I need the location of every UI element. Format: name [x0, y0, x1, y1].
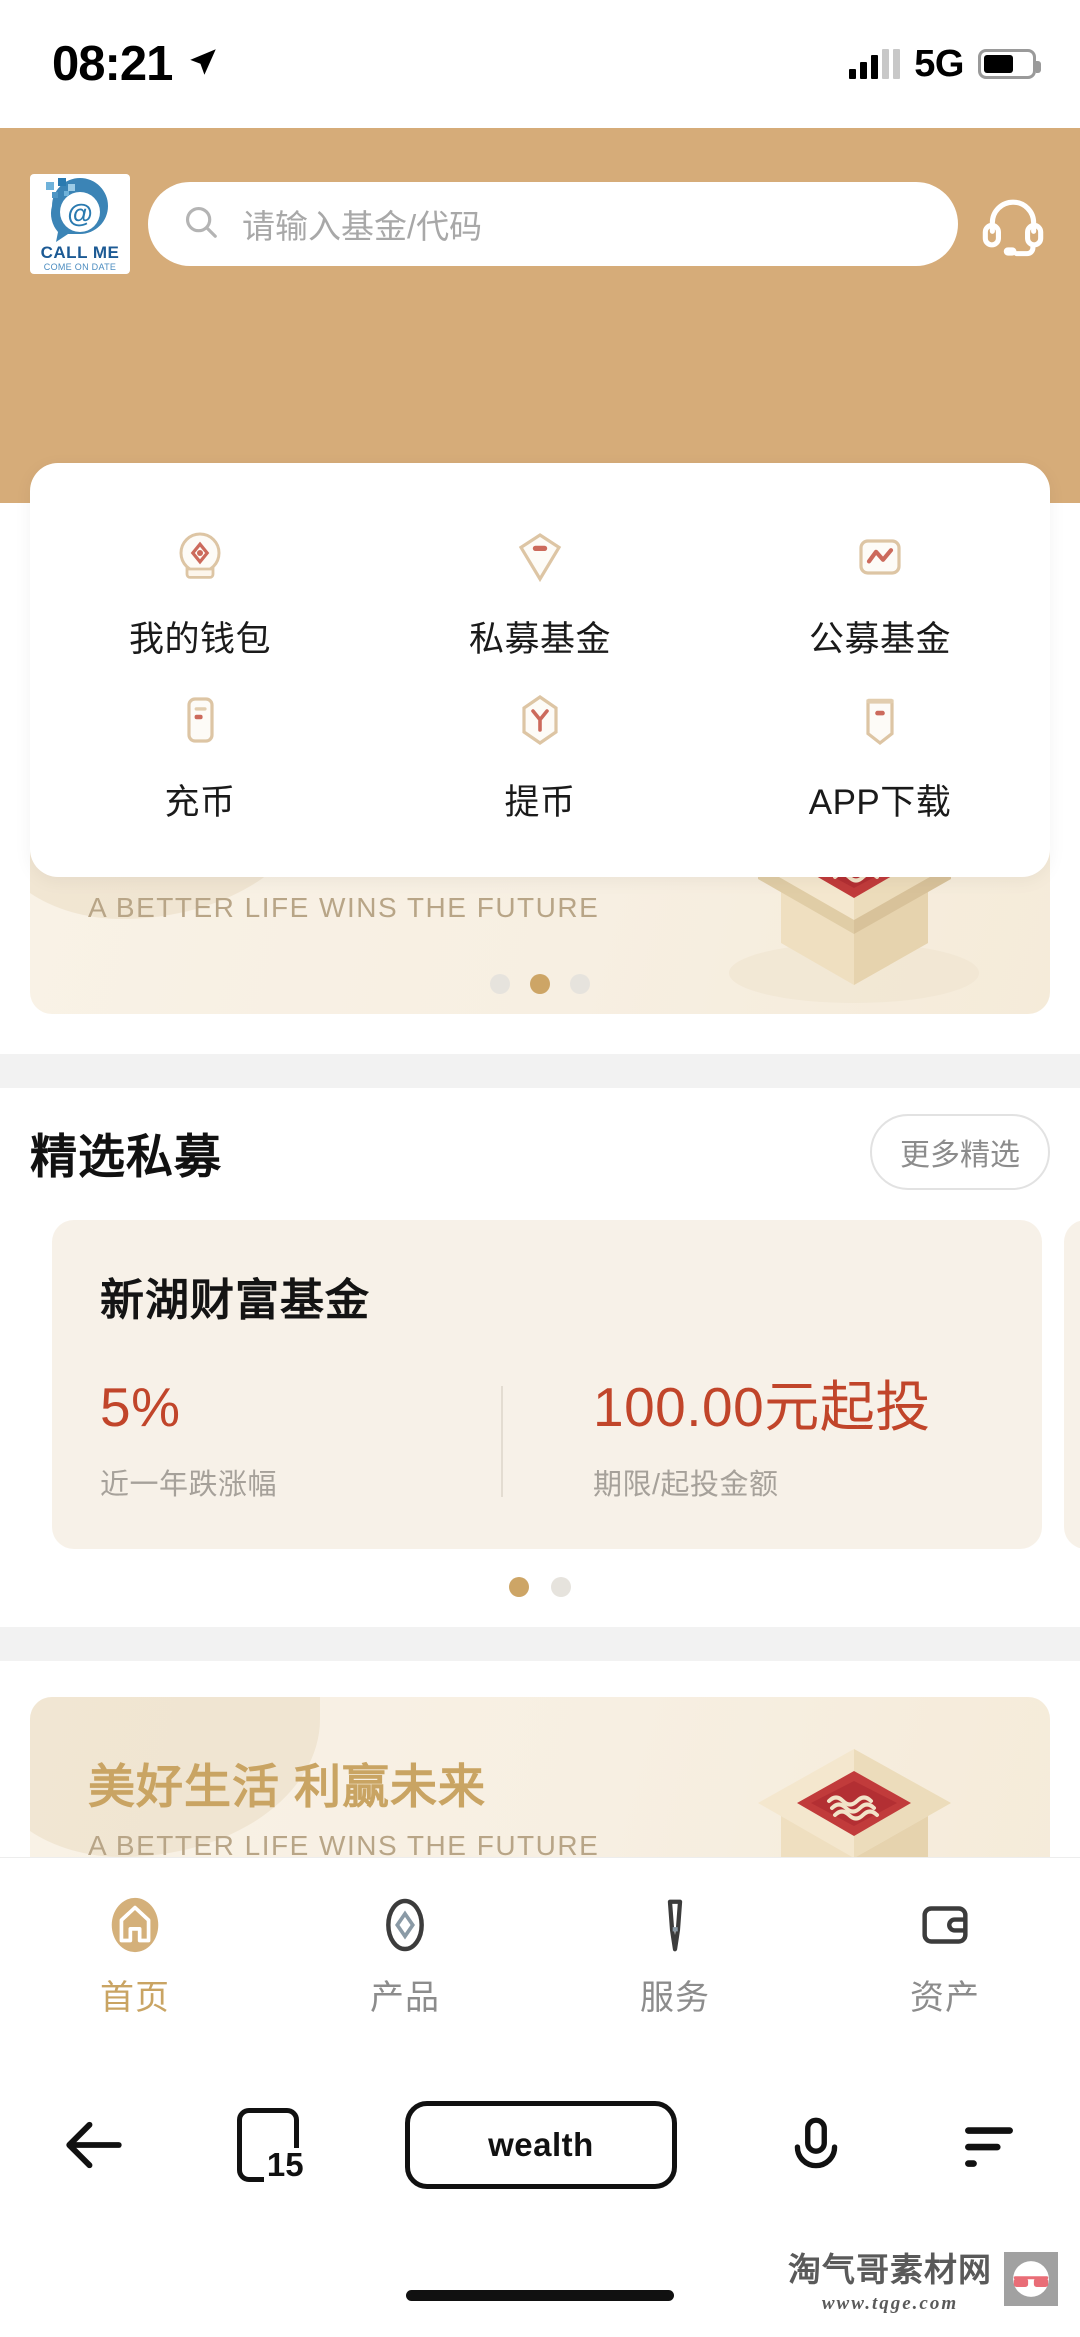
- header-row: @ CALL ME COME ON DATE 请输入基金/代码: [30, 174, 1050, 274]
- browser-toolbar: 15 wealth: [0, 2053, 1080, 2237]
- fund-card-next[interactable]: [1064, 1220, 1080, 1549]
- tab-label: 资产: [910, 1979, 980, 2017]
- quick-menu-label: 我的钱包: [128, 620, 271, 659]
- search-input[interactable]: 请输入基金/代码: [148, 182, 958, 266]
- assets-wallet-icon: [914, 1892, 976, 1958]
- tab-count-value: 15: [263, 2148, 304, 2183]
- banner-text-2: 美好生活 利赢未来 A BETTER LIFE WINS THE FUTURE: [88, 1763, 599, 1860]
- fund-return-label: 近一年跌涨幅: [100, 1469, 278, 1501]
- quick-menu-grid: 我的钱包 私募基金 公募基金 充币 提币 APP下载: [30, 517, 1050, 833]
- quick-menu-label: 提币: [504, 783, 576, 822]
- status-time: 08:21: [52, 37, 173, 91]
- product-diamond-icon: [374, 1892, 436, 1958]
- status-bar-right: 5G: [849, 42, 1041, 86]
- bottom-tab-bar: 首页 产品 服务 资产: [0, 1857, 1080, 2053]
- banner-title-cn: 美好生活 利赢未来: [88, 1760, 487, 1813]
- watermark: 淘气哥素材网 www.tqge.com: [788, 2243, 1058, 2315]
- search-placeholder: 请输入基金/代码: [242, 208, 483, 245]
- page-title: 精选私募: [30, 1129, 222, 1183]
- headset-icon[interactable]: [976, 190, 1050, 258]
- featured-pagination[interactable]: [0, 1549, 1080, 1597]
- battery-icon: [978, 49, 1041, 79]
- tab-products[interactable]: 产品: [270, 1892, 540, 2019]
- svg-text:@: @: [67, 198, 92, 228]
- network-type: 5G: [914, 42, 964, 85]
- fund-card[interactable]: 新湖财富基金 5% 近一年跌涨幅 100.00元起投 期限/起投金额: [52, 1220, 1042, 1549]
- tab-services[interactable]: 服务: [540, 1892, 810, 2019]
- banner-dot[interactable]: [570, 974, 590, 994]
- glasses-logo-icon: [1004, 2252, 1058, 2306]
- watermark-url: www.tqge.com: [821, 2293, 959, 2314]
- watermark-name: 淘气哥素材网: [788, 2250, 992, 2289]
- fund-amount-value: 100.00元起投: [593, 1376, 931, 1438]
- featured-dot[interactable]: [551, 1577, 571, 1597]
- address-bar[interactable]: wealth: [405, 2101, 677, 2189]
- tab-count-icon[interactable]: 15: [236, 2108, 304, 2183]
- status-bar-left: 08:21: [52, 36, 220, 92]
- withdraw-icon: [508, 688, 572, 752]
- fund-return-value: 5%: [100, 1376, 181, 1438]
- banner-title-en: A BETTER LIFE WINS THE FUTURE: [88, 892, 600, 923]
- tab-label: 首页: [100, 1979, 170, 2017]
- quick-menu-item-deposit[interactable]: 充币: [30, 680, 370, 833]
- banner-dot[interactable]: [490, 974, 510, 994]
- status-bar: 08:21 5G: [0, 0, 1080, 128]
- banner-dot-active[interactable]: [530, 974, 550, 994]
- quick-menu-item-private-fund[interactable]: 私募基金: [370, 517, 710, 670]
- featured-card-list[interactable]: 新湖财富基金 5% 近一年跌涨幅 100.00元起投 期限/起投金额: [0, 1220, 1080, 1549]
- home-icon: [104, 1892, 166, 1958]
- banner-title-en: A BETTER LIFE WINS THE FUTURE: [88, 1830, 600, 1861]
- featured-header: 精选私募 更多精选: [0, 1088, 1080, 1220]
- featured-dot-active[interactable]: [509, 1577, 529, 1597]
- wallet-icon: [168, 525, 232, 589]
- featured-section: 精选私募 更多精选 新湖财富基金 5% 近一年跌涨幅 100.00元起投 期限/…: [0, 1088, 1080, 1627]
- quick-menu-item-app-download[interactable]: APP下载: [710, 680, 1050, 833]
- fund-return-stat: 5% 近一年跌涨幅: [100, 1380, 501, 1503]
- fund-amount-label: 期限/起投金额: [593, 1469, 779, 1501]
- tab-home[interactable]: 首页: [0, 1892, 270, 2019]
- tab-label: 产品: [370, 1979, 440, 2017]
- quick-menu-card: 我的钱包 私募基金 公募基金 充币 提币 APP下载: [30, 463, 1050, 877]
- search-icon: [182, 203, 220, 246]
- logo-title: CALL ME: [40, 243, 120, 262]
- quick-menu-label: 充币: [164, 783, 236, 822]
- fund-name: 新湖财富基金: [100, 1276, 370, 1325]
- tab-assets[interactable]: 资产: [810, 1892, 1080, 2019]
- quick-menu-item-withdraw[interactable]: 提币: [370, 680, 710, 833]
- section-gap-2: [0, 1627, 1080, 1661]
- menu-icon[interactable]: [956, 2112, 1022, 2178]
- quick-menu-label: APP下载: [808, 783, 952, 822]
- microphone-icon[interactable]: [783, 2112, 849, 2178]
- shield-private-fund-icon: [508, 525, 572, 589]
- quick-menu-item-public-fund[interactable]: 公募基金: [710, 517, 1050, 670]
- more-featured-button[interactable]: 更多精选: [870, 1114, 1050, 1190]
- quick-menu-label: 私募基金: [468, 620, 611, 659]
- signal-bars-icon: [849, 49, 901, 79]
- quick-menu-label: 公募基金: [808, 620, 951, 659]
- home-indicator[interactable]: [406, 2290, 674, 2301]
- watermark-text: 淘气哥素材网 www.tqge.com: [788, 2243, 992, 2315]
- section-gap: [0, 1054, 1080, 1088]
- back-arrow-icon[interactable]: [58, 2109, 130, 2181]
- logo-subtitle: COME ON DATE: [43, 262, 117, 272]
- app-download-banner-icon: [848, 688, 912, 752]
- banner-pagination[interactable]: [30, 974, 1050, 994]
- fund-amount-stat: 100.00元起投 期限/起投金额: [503, 1380, 994, 1503]
- tab-label: 服务: [640, 1979, 710, 2017]
- location-arrow-icon: [186, 45, 220, 84]
- app-header: @ CALL ME COME ON DATE 请输入基金/代码 我的钱包 私募基…: [0, 128, 1080, 877]
- deposit-phone-icon: [168, 688, 232, 752]
- quick-menu-item-wallet[interactable]: 我的钱包: [30, 517, 370, 670]
- chart-public-fund-icon: [848, 525, 912, 589]
- at-sign-chat-logo: @: [30, 174, 130, 244]
- app-logo[interactable]: @ CALL ME COME ON DATE: [30, 174, 130, 274]
- fund-stats: 5% 近一年跌涨幅 100.00元起投 期限/起投金额: [100, 1380, 994, 1503]
- service-tie-icon: [644, 1892, 706, 1958]
